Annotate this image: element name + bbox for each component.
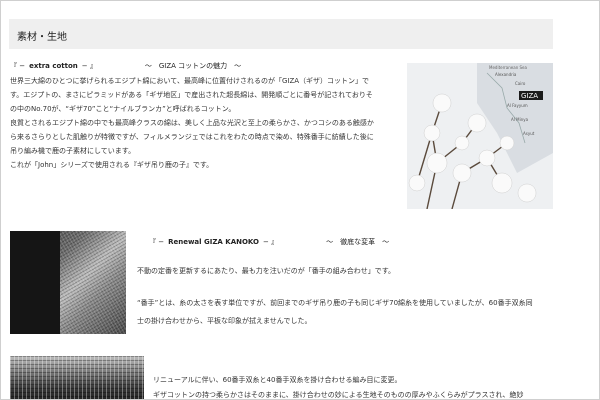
kanoko-heading: 『 − Renewal GIZA KANOKO − 』 〜 徹底な変革 〜	[149, 237, 389, 247]
section-title: 素材・生地	[17, 32, 67, 43]
map-label-city5: Asyut	[523, 131, 535, 136]
giza-heading-strong: extra cotton	[29, 62, 78, 70]
giza-line-3: の中のNo.70が、“ギザ70”こと“ナイルブランカ”と呼ばれるコットン。	[10, 105, 236, 113]
giza-line-7: これが「John」シリーズで使用される『ギザ吊り鹿の子』です。	[10, 161, 214, 169]
giza-heading-open: 『 −	[10, 62, 26, 70]
map-label-city3: Al Fayyum	[507, 103, 528, 108]
giza-line-6: 吊り編み機で鹿の子素材にしています。	[10, 147, 136, 155]
knit-fabric-image	[10, 356, 144, 399]
giza-line-4: 良質とされるエジプト綿の中でも最高峰クラスの綿は、美しく上品な光沢と至上の柔らか…	[10, 119, 374, 127]
map-label-city1: Alexandria	[495, 72, 517, 77]
kanoko-heading-close: − 』	[262, 238, 279, 246]
map-label-giza: GIZA	[521, 92, 538, 100]
giza-line-5: ら来るさらりとした肌触りが特徴ですが、フィルメランジェではこれをわたの時点で染め…	[10, 133, 374, 141]
page-frame: 素材・生地 『 − extra cotton − 』〜 GIZA コットンの魅力 〜…	[0, 0, 600, 400]
giza-line-2: す。エジプトの、まさにピラミッドがある「ギザ地区」で産出された超長綿は、開発順ご…	[10, 91, 373, 99]
cotton-map-photo: GIZA Mediterranean Sea Alexandria Cairo …	[407, 63, 553, 209]
map-label-city2: Cairo	[515, 81, 526, 86]
kanoko-line-3: “番手”とは、糸の太さを表す単位ですが、前回までのギザ吊り鹿の子も同じギザ70綿…	[137, 299, 533, 307]
map-label-city4: Al Minya	[511, 117, 529, 122]
giza-subheading: 〜 GIZA コットンの魅力 〜	[144, 62, 242, 70]
giza-line-1: 世界三大綿のひとつに挙げられるエジプト綿において、最高峰に位置付けされるのが「G…	[10, 77, 370, 85]
kanoko-heading-strong: Renewal GIZA KANOKO	[168, 238, 259, 246]
renewal-line-2: ギザコットンの持つ柔らかさはそのままに、掛け合わせの妙による生地そのものの厚みや…	[153, 391, 524, 399]
cotton-map-illustration: GIZA Mediterranean Sea Alexandria Cairo …	[407, 63, 553, 209]
map-label-region: Mediterranean Sea	[489, 65, 528, 70]
section-header: 素材・生地	[9, 19, 553, 49]
kanoko-line-4: 士の掛け合わせから、平板な印象が拭えませんでした。	[137, 317, 312, 325]
giza-heading-close: − 』	[81, 62, 97, 70]
kanoko-subheading: 〜 徹底な変革 〜	[326, 238, 390, 246]
giza-heading: 『 − extra cotton − 』 〜 GIZA コットンの魅力 〜	[10, 61, 241, 71]
renewal-line-1: リニューアルに伴い、60番手双糸と40番手双糸を掛け合わせる編み目に変更。	[153, 376, 402, 384]
fabric-closeup-image	[10, 231, 126, 334]
kanoko-heading-open: 『 −	[149, 238, 165, 246]
kanoko-line-1: 不動の定番を更新するにあたり、最も力を注いだのが「番手の組み合わせ」です。	[137, 267, 396, 275]
